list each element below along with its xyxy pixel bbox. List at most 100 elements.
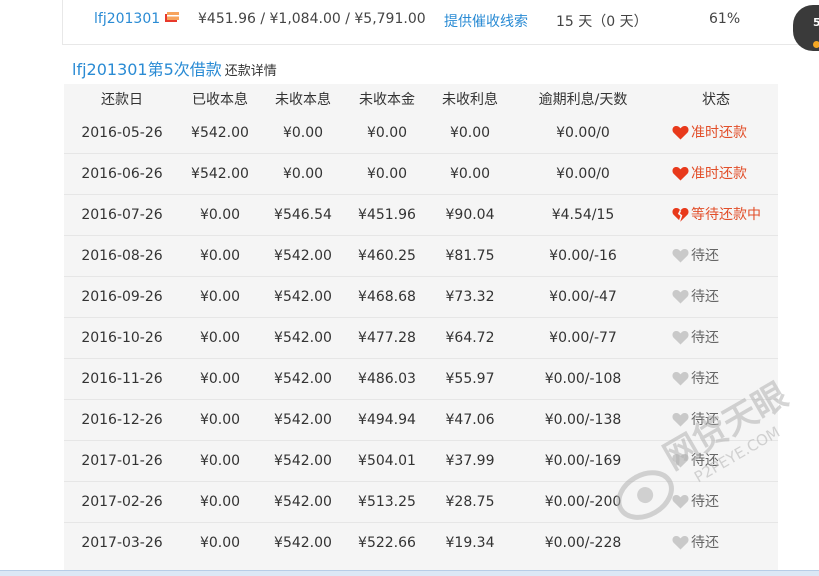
- heart-icon: [672, 125, 689, 140]
- card-icon: [165, 12, 179, 22]
- cell-interest: ¥0.00: [428, 153, 512, 195]
- badge-number: 5: [813, 16, 819, 29]
- cell-overdue: ¥0.00/-200: [512, 481, 654, 523]
- table-row: 2016-06-26 ¥542.00 ¥0.00 ¥0.00 ¥0.00 ¥0.00/0 准…: [64, 153, 778, 195]
- cell-interest: ¥64.72: [428, 317, 512, 359]
- cell-overdue: ¥0.00/0: [512, 113, 654, 154]
- cell-date: 2016-09-26: [64, 276, 180, 318]
- cell-principal: ¥0.00: [346, 153, 428, 195]
- table-row: 2016-05-26 ¥542.00 ¥0.00 ¥0.00 ¥0.00 ¥0.00/0 准…: [64, 113, 778, 154]
- table-row: 2016-11-26 ¥0.00 ¥542.00 ¥486.03 ¥55.97 ¥0.00…: [64, 358, 778, 400]
- cell-overdue: ¥0.00/-138: [512, 399, 654, 441]
- cell-unreceived: ¥542.00: [260, 235, 346, 277]
- status-label: 待还: [691, 412, 719, 429]
- cell-overdue: ¥0.00/-16: [512, 235, 654, 277]
- cell-status: 待还: [654, 358, 778, 400]
- status-label: 待还: [691, 330, 719, 347]
- cell-date: 2016-05-26: [64, 113, 180, 154]
- cell-received: ¥0.00: [180, 440, 260, 482]
- cell-status: 待还: [654, 235, 778, 277]
- cell-interest: ¥90.04: [428, 194, 512, 236]
- header-interest: 未收利息: [442, 91, 498, 108]
- cell-date: 2016-06-26: [64, 153, 180, 195]
- header-date: 还款日: [101, 91, 143, 108]
- status-label: 待还: [691, 494, 719, 511]
- previous-investor-row: lfj201301 ¥451.96 / ¥1,084.00 / ¥5,791.0…: [62, 0, 819, 45]
- cell-overdue: ¥0.00/-108: [512, 358, 654, 400]
- header-unreceived: 未收本息: [275, 91, 331, 108]
- grey-heart-icon: [672, 371, 689, 386]
- status-label: 待还: [691, 453, 719, 470]
- header-status: 状态: [702, 91, 730, 108]
- cell-status: 等待还款中: [654, 194, 778, 236]
- horizontal-scrollbar[interactable]: [0, 570, 819, 576]
- status-badge: 待还: [672, 532, 719, 552]
- detail-subtitle: 还款详情: [224, 64, 277, 79]
- repayment-table-container: 还款日 已收本息 未收本息 未收本金 未收利息 逾期利息/天数 状态 2016-…: [64, 84, 778, 575]
- cell-interest: ¥47.06: [428, 399, 512, 441]
- cell-status: 待还: [654, 276, 778, 318]
- badge-dot-icon: [813, 41, 819, 48]
- cell-date: 2016-08-26: [64, 235, 180, 277]
- cell-status: 待还: [654, 317, 778, 359]
- cell-principal: ¥0.00: [346, 113, 428, 154]
- cell-unreceived: ¥542.00: [274, 535, 332, 551]
- grey-heart-icon: [672, 289, 689, 304]
- status-label: 准时还款: [691, 166, 747, 183]
- cell-principal: ¥451.96: [346, 194, 428, 236]
- cell-status: 准时还款: [654, 153, 778, 195]
- cell-received: ¥542.00: [180, 113, 260, 154]
- table-row: 2016-07-26 ¥0.00 ¥546.54 ¥451.96 ¥90.04 ¥4.54…: [64, 194, 778, 236]
- cell-overdue: ¥0.00/0: [512, 153, 654, 195]
- floating-side-badge[interactable]: 5: [793, 5, 819, 51]
- progress-percent: 61%: [709, 11, 741, 27]
- cell-received: ¥0.00: [180, 276, 260, 318]
- collection-clue-link[interactable]: 提供催收线索: [444, 11, 528, 31]
- cell-principal: ¥513.25: [346, 481, 428, 523]
- cell-status: 待还: [654, 481, 778, 523]
- repayment-table: 还款日 已收本息 未收本息 未收本金 未收利息 逾期利息/天数 状态 2016-…: [64, 84, 778, 563]
- heart-icon: [672, 166, 689, 181]
- cell-principal: ¥494.94: [346, 399, 428, 441]
- cell-date: 2017-02-26: [64, 481, 180, 523]
- cell-received: ¥0.00: [180, 358, 260, 400]
- cell-principal: ¥522.66: [358, 535, 416, 551]
- header-received: 已收本息: [192, 91, 248, 108]
- table-row: 2016-10-26 ¥0.00 ¥542.00 ¥477.28 ¥64.72 ¥0.00…: [64, 317, 778, 359]
- status-badge: 待还: [672, 450, 719, 470]
- status-badge: 待还: [672, 409, 719, 429]
- table-row: 2017-03-26 ¥0.00 ¥542.00 ¥522.66 ¥19.34 ¥0.00…: [64, 523, 778, 564]
- table-row: 2017-01-26 ¥0.00 ¥542.00 ¥504.01 ¥37.99 ¥0.00…: [64, 440, 778, 482]
- status-badge: 待还: [672, 245, 719, 265]
- cell-received: ¥542.00: [180, 153, 260, 195]
- grey-heart-icon: [672, 412, 689, 427]
- cell-received: ¥0.00: [199, 535, 241, 551]
- cell-unreceived: ¥542.00: [260, 481, 346, 523]
- cell-unreceived: ¥542.00: [260, 399, 346, 441]
- cell-principal: ¥486.03: [346, 358, 428, 400]
- cell-interest: ¥55.97: [428, 358, 512, 400]
- header-overdue: 逾期利息/天数: [538, 91, 628, 108]
- username-link[interactable]: lfj201301: [94, 11, 160, 27]
- cell-unreceived: ¥542.00: [260, 276, 346, 318]
- status-label: 待还: [691, 289, 719, 306]
- table-header-row: 还款日 已收本息 未收本息 未收本金 未收利息 逾期利息/天数 状态: [64, 84, 778, 113]
- table-row: 2017-02-26 ¥0.00 ¥542.00 ¥513.25 ¥28.75 ¥0.00…: [64, 481, 778, 523]
- cell-interest: ¥81.75: [428, 235, 512, 277]
- header-principal: 未收本金: [359, 91, 415, 108]
- cell-unreceived: ¥546.54: [260, 194, 346, 236]
- status-label: 待还: [691, 371, 719, 388]
- table-row: 2016-08-26 ¥0.00 ¥542.00 ¥460.25 ¥81.75 ¥0.00…: [64, 235, 778, 277]
- grey-heart-icon: [672, 248, 689, 263]
- table-row: 2016-12-26 ¥0.00 ¥542.00 ¥494.94 ¥47.06 ¥0.00…: [64, 399, 778, 441]
- cell-interest: ¥28.75: [428, 481, 512, 523]
- cell-interest: ¥73.32: [428, 276, 512, 318]
- cell-principal: ¥504.01: [346, 440, 428, 482]
- cell-unreceived: ¥542.00: [260, 358, 346, 400]
- detail-heading: lfj201301第5次借款 还款详情: [72, 56, 277, 80]
- cell-principal: ¥477.28: [346, 317, 428, 359]
- cell-received: ¥0.00: [180, 481, 260, 523]
- cell-overdue: ¥0.00/-169: [512, 440, 654, 482]
- cell-date: 2017-01-26: [64, 440, 180, 482]
- cell-date: 2016-12-26: [64, 399, 180, 441]
